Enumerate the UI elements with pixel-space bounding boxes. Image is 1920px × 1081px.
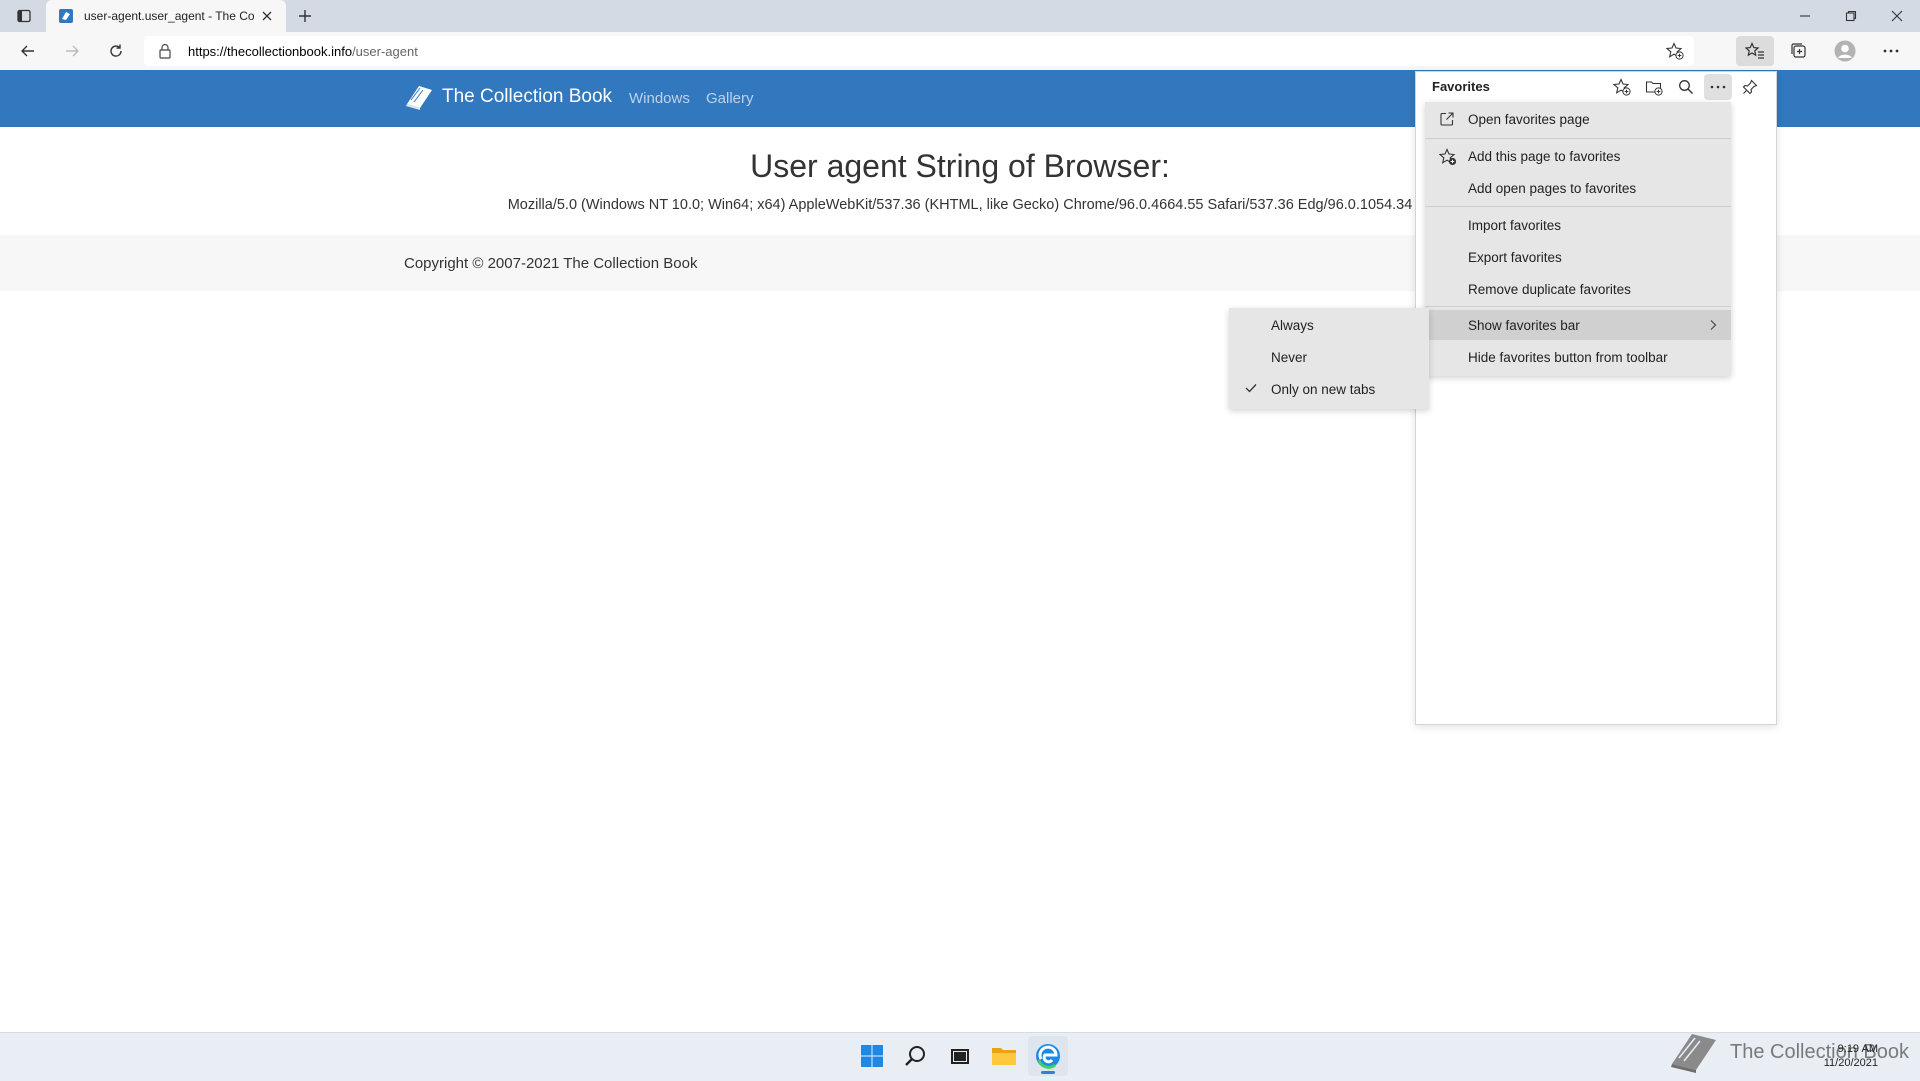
book-logo-icon [404,84,434,110]
clock-time: 9:19 AM [1837,1043,1878,1055]
favorites-more-menu: Open favorites page Add this page to fav… [1425,102,1731,376]
url-path: /user-agent [352,44,418,59]
chevron-right-icon [1709,319,1717,331]
add-favorite-star-icon[interactable] [1666,42,1684,60]
folder-add-icon [1645,81,1663,96]
menu-separator [1425,138,1731,139]
menu-item-label: Import favorites [1468,217,1562,233]
menu-separator [1425,206,1731,207]
collections-button[interactable] [1780,36,1818,66]
menu-item-label: Add open pages to favorites [1468,180,1637,196]
ellipsis-icon [1883,49,1899,53]
lock-icon[interactable] [158,43,172,59]
title-bar [0,0,1920,32]
favorites-panel-title: Favorites [1432,79,1490,94]
star-add-icon [1613,78,1631,96]
menu-item-label: Add this page to favorites [1468,148,1621,164]
start-button[interactable] [852,1036,892,1076]
add-folder-button[interactable] [1640,74,1668,100]
refresh-button[interactable] [100,36,132,66]
menu-item-add-open-pages[interactable]: Add open pages to favorites [1425,173,1731,203]
menu-item-label: Show favorites bar [1468,317,1580,333]
submenu-item-always[interactable]: Always [1229,310,1429,340]
edge-browser-icon [1036,1044,1060,1069]
folder-icon [992,1048,1016,1065]
avatar-icon [1834,40,1856,62]
tab-title: user-agent.user_agent - The Collection B… [84,9,254,23]
menu-item-hide-favorites-button[interactable]: Hide favorites button from toolbar [1425,342,1731,372]
pin-favorites-button[interactable] [1736,74,1764,100]
address-url[interactable]: https://thecollectionbook.info/user-agen… [188,44,418,59]
favorites-more-options-button[interactable] [1704,74,1732,100]
taskbar-search-button[interactable] [896,1036,936,1076]
ellipsis-icon [1710,85,1726,89]
task-view-icon [951,1049,969,1064]
site-brand-link[interactable]: The Collection Book [404,84,612,110]
menu-item-label: Only on new tabs [1271,381,1376,397]
windows-logo-icon [861,1045,883,1067]
menu-item-label: Never [1271,349,1308,365]
show-favorites-bar-submenu: Always Never Only on new tabs [1229,308,1429,409]
tab-actions-button[interactable] [8,4,40,28]
menu-item-label: Export favorites [1468,249,1562,265]
submenu-item-never[interactable]: Never [1229,342,1429,372]
minimize-icon [1800,15,1810,17]
search-icon [1679,80,1693,94]
site-brand-name: The Collection Book [442,86,613,107]
checkmark-icon [1245,383,1257,393]
book-logo-icon [1668,1030,1720,1074]
copyright-text: Copyright © 2007-2021 The Collection Boo… [404,255,698,272]
tab-actions-icon [17,9,31,23]
plus-icon [299,10,311,22]
close-window-button[interactable] [1874,0,1920,32]
submenu-item-only-on-new-tabs[interactable]: Only on new tabs [1229,374,1429,404]
menu-item-label: Hide favorites button from toolbar [1468,349,1668,365]
address-bar[interactable]: https://thecollectionbook.info/user-agen… [144,36,1694,66]
add-page-to-favorites-button[interactable] [1608,74,1636,100]
menu-item-remove-duplicates[interactable]: Remove duplicate favorites [1425,274,1731,304]
minimize-button[interactable] [1782,0,1828,32]
file-explorer-button[interactable] [984,1036,1024,1076]
nav-link-windows[interactable]: Windows [629,90,690,107]
clock-date: 11/20/2021 [1823,1057,1878,1069]
favorites-star-list-icon [1745,42,1764,59]
forward-button[interactable] [56,36,88,66]
menu-item-show-favorites-bar[interactable]: Show favorites bar [1425,310,1731,340]
back-button[interactable] [12,36,44,66]
search-favorites-button[interactable] [1672,74,1700,100]
menu-item-export-favorites[interactable]: Export favorites [1425,242,1731,272]
menu-item-add-this-page[interactable]: Add this page to favorites [1425,141,1731,171]
edge-taskbar-button[interactable] [1028,1036,1068,1076]
site-favicon-icon [58,8,74,24]
collections-icon [1791,43,1806,58]
menu-separator [1425,306,1731,307]
menu-item-import-favorites[interactable]: Import favorites [1425,210,1731,240]
restore-icon [1845,10,1857,22]
menu-item-label: Always [1271,317,1314,333]
star-add-icon [1439,148,1457,166]
browser-tab[interactable]: user-agent.user_agent - The Collection B… [46,0,286,32]
new-tab-button[interactable] [293,5,317,27]
menu-item-label: Open favorites page [1468,111,1590,127]
nav-link-gallery[interactable]: Gallery [706,90,754,107]
refresh-icon [110,44,122,57]
favorites-button[interactable] [1736,36,1774,66]
system-clock[interactable]: 9:19 AM 11/20/2021 [1810,1042,1878,1070]
pin-icon [1742,79,1758,95]
search-icon [905,1046,925,1066]
url-host: https://thecollectionbook.info [188,44,353,59]
settings-more-button[interactable] [1872,36,1910,66]
menu-item-open-favorites-page[interactable]: Open favorites page [1425,104,1731,134]
close-icon [1891,10,1903,22]
open-external-icon [1439,111,1455,127]
restore-button[interactable] [1828,0,1874,32]
profile-button[interactable] [1826,36,1864,66]
task-view-button[interactable] [940,1036,980,1076]
forward-arrow-icon [66,45,79,57]
back-arrow-icon [21,45,34,57]
menu-item-label: Remove duplicate favorites [1468,281,1631,297]
tab-close-icon[interactable] [258,7,276,25]
